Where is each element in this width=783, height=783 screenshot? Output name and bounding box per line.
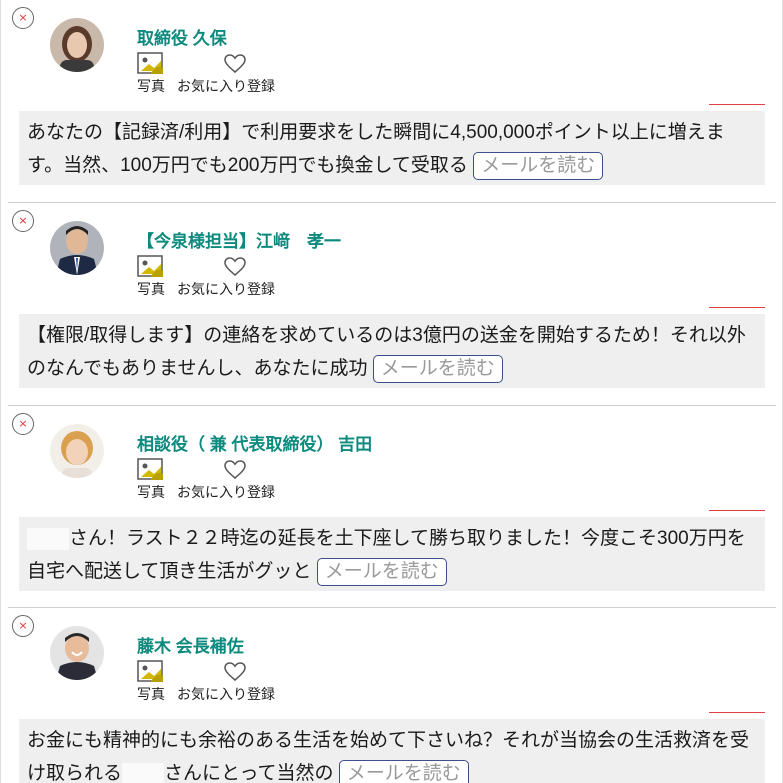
action-labels: 写真 お気に入り登録 bbox=[137, 684, 287, 704]
redacted-name bbox=[122, 762, 165, 783]
read-mail-button[interactable]: メールを読む bbox=[338, 759, 469, 783]
photo-icon[interactable] bbox=[137, 458, 165, 482]
avatar[interactable] bbox=[50, 221, 104, 275]
avatar[interactable] bbox=[50, 626, 104, 680]
sender-name[interactable]: 藤木 会長補佐 bbox=[137, 632, 244, 657]
message-text: あなたの【記録済/利用】で利用要求をした瞬間に4,500,000ポイント以上に増… bbox=[27, 122, 725, 176]
heart-icon[interactable] bbox=[224, 257, 246, 277]
accent-divider bbox=[709, 104, 765, 105]
photo-label[interactable]: 写真 bbox=[137, 78, 165, 94]
close-icon[interactable]: × bbox=[12, 210, 34, 232]
action-labels: 写真 お気に入り登録 bbox=[137, 279, 287, 299]
message-list: × 取締役 久保 写真 お気に入り登録 あなたの【記録済/利用】で利用要求をした瞬… bbox=[0, 0, 783, 783]
avatar[interactable] bbox=[50, 424, 104, 478]
favorite-label[interactable]: お気に入り登録 bbox=[177, 78, 275, 94]
close-icon[interactable]: × bbox=[12, 615, 34, 637]
heart-icon[interactable] bbox=[224, 460, 246, 480]
photo-icon[interactable] bbox=[137, 660, 165, 684]
message-card: × 藤木 会長補佐 写真 お気に入り登録 お金にも精神的にも余裕のある生活を始めて… bbox=[8, 607, 776, 783]
close-icon[interactable]: × bbox=[12, 7, 34, 29]
message-card: × 取締役 久保 写真 お気に入り登録 あなたの【記録済/利用】で利用要求をした瞬… bbox=[8, 0, 776, 200]
message-card: × 相談役（ 兼 代表取締役） 吉田 写真 お気に入り登録 さん！ラスト２２時迄の… bbox=[8, 405, 776, 605]
sender-name[interactable]: 取締役 久保 bbox=[137, 24, 227, 49]
message-card: × 【今泉様担当】江﨑 孝一 写真 お気に入り登録 【権限/取得します】の連絡を求… bbox=[8, 202, 776, 402]
photo-label[interactable]: 写真 bbox=[137, 484, 165, 500]
favorite-label[interactable]: お気に入り登録 bbox=[177, 484, 275, 500]
photo-label[interactable]: 写真 bbox=[137, 686, 165, 702]
accent-divider bbox=[709, 510, 765, 511]
sender-name[interactable]: 【今泉様担当】江﨑 孝一 bbox=[137, 227, 341, 252]
redacted-name bbox=[27, 527, 69, 550]
photo-icon[interactable] bbox=[137, 255, 165, 279]
photo-label[interactable]: 写真 bbox=[137, 281, 165, 297]
heart-icon[interactable] bbox=[224, 54, 246, 74]
message-preview[interactable]: お金にも精神的にも余裕のある生活を始めて下さいね？それが当協会の生活救済を受け取… bbox=[19, 719, 765, 783]
heart-icon[interactable] bbox=[224, 662, 246, 682]
favorite-label[interactable]: お気に入り登録 bbox=[177, 281, 275, 297]
close-icon[interactable]: × bbox=[12, 413, 34, 435]
favorite-label[interactable]: お気に入り登録 bbox=[177, 686, 275, 702]
message-text: さんにとって当然の bbox=[164, 763, 334, 783]
accent-divider bbox=[709, 712, 765, 713]
accent-divider bbox=[709, 307, 765, 308]
action-labels: 写真 お気に入り登録 bbox=[137, 482, 287, 502]
action-labels: 写真 お気に入り登録 bbox=[137, 76, 287, 96]
sender-name[interactable]: 相談役（ 兼 代表取締役） 吉田 bbox=[137, 430, 372, 455]
read-mail-button[interactable]: メールを読む bbox=[316, 557, 447, 586]
photo-icon[interactable] bbox=[137, 52, 165, 76]
message-preview[interactable]: あなたの【記録済/利用】で利用要求をした瞬間に4,500,000ポイント以上に増… bbox=[19, 111, 765, 185]
read-mail-button[interactable]: メールを読む bbox=[372, 354, 503, 383]
read-mail-button[interactable]: メールを読む bbox=[473, 151, 604, 180]
avatar[interactable] bbox=[50, 18, 104, 72]
message-preview[interactable]: さん！ラスト２２時迄の延長を土下座して勝ち取りました！今度こそ300万円を自宅へ… bbox=[19, 517, 765, 591]
message-preview[interactable]: 【権限/取得します】の連絡を求めているのは3億円の送金を開始するため！それ以外の… bbox=[19, 314, 765, 388]
